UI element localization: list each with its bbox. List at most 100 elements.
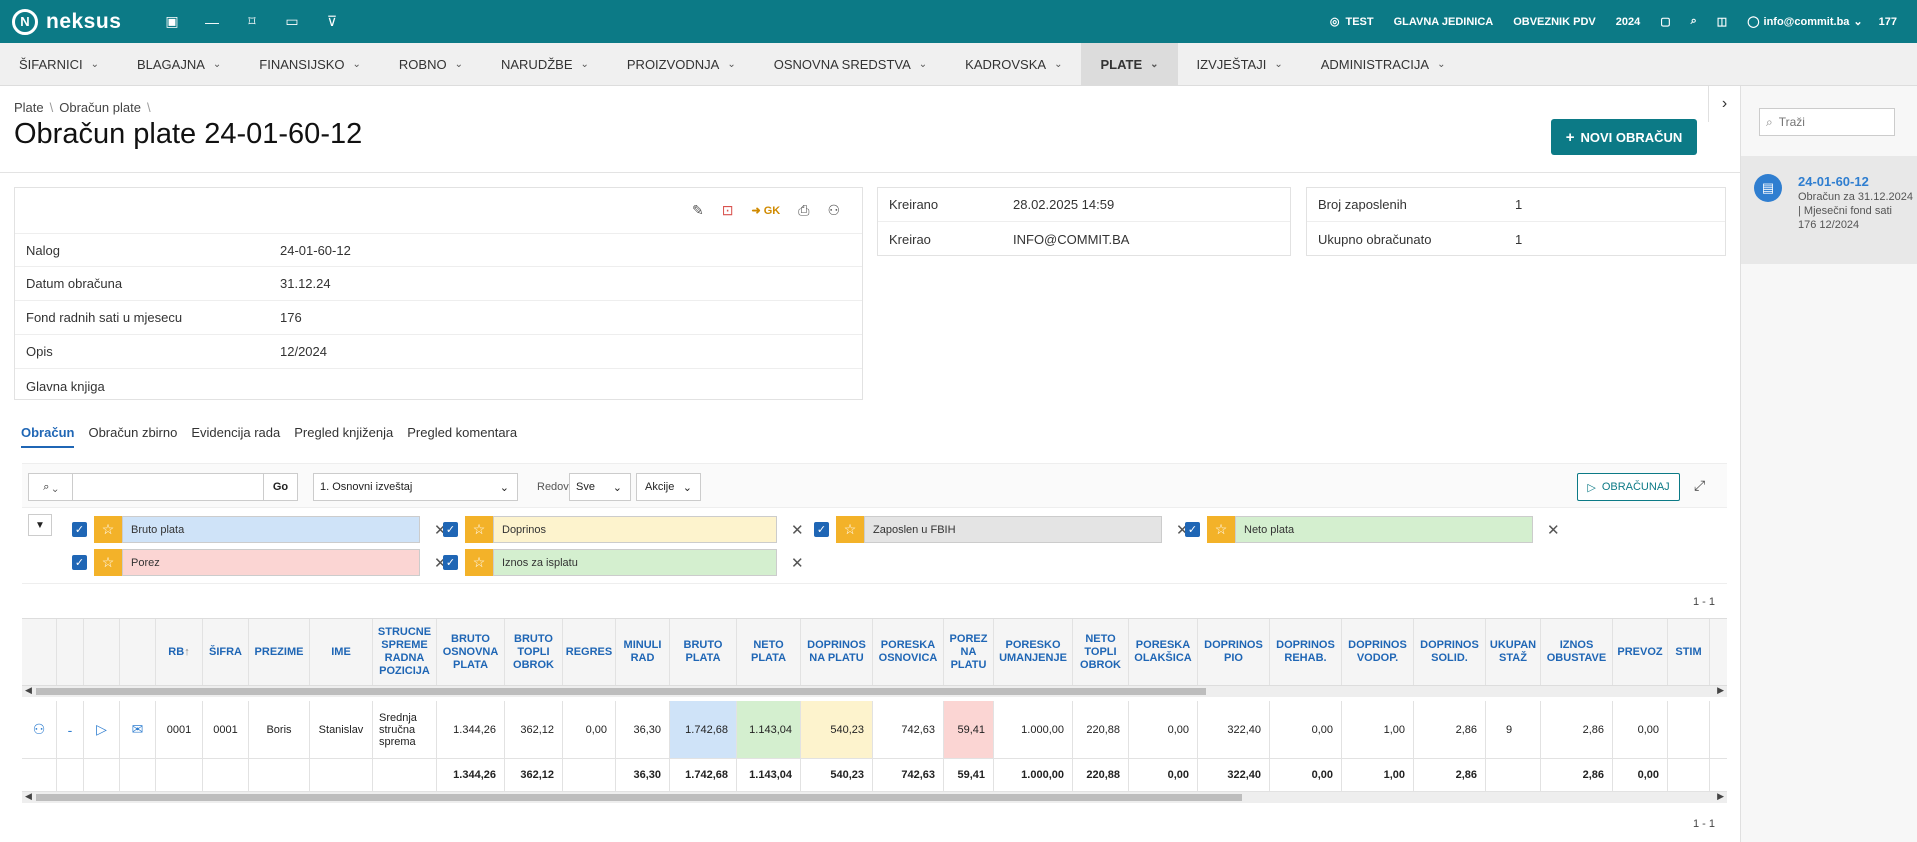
column-header[interactable]: PORESKO UMANJENJE [994, 619, 1073, 685]
column-header[interactable]: REGRES [563, 619, 616, 685]
edit-icon[interactable]: ✎ [692, 202, 704, 219]
star-icon[interactable]: ☆ [94, 549, 122, 576]
column-header[interactable]: IME [310, 619, 373, 685]
column-header[interactable]: IZNOS OBUSTAVE [1541, 619, 1613, 685]
column-header[interactable]: DOPRINOS SOLID. [1414, 619, 1486, 685]
menu-narudzbe[interactable]: NARUDŽBE ⌄ [482, 43, 608, 86]
column-header[interactable]: BRUTO TOPLI OBROK [505, 619, 563, 685]
chevron-right-icon[interactable]: › [1708, 86, 1740, 122]
menu-izvjestaji[interactable]: IZVJEŠTAJI ⌄ [1178, 43, 1302, 86]
rows-select[interactable]: Sve ⌄ [569, 473, 631, 501]
checkbox[interactable]: ✓ [443, 522, 458, 537]
grid-search-input[interactable] [73, 475, 263, 499]
env-label[interactable]: TEST [1345, 16, 1373, 28]
tab-pregled-komentara[interactable]: Pregled komentara [407, 425, 517, 448]
play-icon[interactable]: ▷ [84, 701, 120, 758]
column-header[interactable]: POREZ NA PLATU [944, 619, 994, 685]
close-icon[interactable]: ✕ [791, 554, 804, 572]
search-icon[interactable]: ⌕ [1691, 15, 1697, 28]
menu-kadrovska[interactable]: KADROVSKA ⌄ [946, 43, 1081, 86]
close-icon[interactable]: ✕ [1547, 521, 1560, 539]
chat-icon[interactable]: ▢ [1660, 15, 1670, 28]
mail-icon[interactable]: ✉ [120, 701, 156, 758]
vat-label[interactable]: OBVEZNIK PDV [1513, 16, 1596, 28]
collapse-filters-button[interactable]: ▼ [28, 514, 52, 536]
column-header[interactable]: PREVOZ [1613, 619, 1668, 685]
gk-button[interactable]: ➜ GK [751, 204, 780, 217]
save-icon[interactable]: ▣ [152, 0, 192, 43]
users-icon[interactable]: ⚇ [827, 202, 840, 219]
column-header[interactable]: BRUTO PLATA [670, 619, 737, 685]
column-header[interactable]: DOPRINOS REHAB. [1270, 619, 1342, 685]
menu-blagajna[interactable]: BLAGAJNA ⌄ [118, 43, 240, 86]
tab-obracun[interactable]: Obračun [21, 425, 75, 448]
dash[interactable]: - [57, 701, 84, 758]
filter-icon[interactable]: ⊽ [312, 0, 352, 43]
checkbox[interactable]: ✓ [443, 555, 458, 570]
tab-pregled-knjizenja[interactable]: Pregled knjiženja [294, 425, 393, 448]
folder-icon[interactable]: ▭ [272, 0, 312, 43]
column-header[interactable]: DOPRINOS NA PLATU [801, 619, 873, 685]
horizontal-scrollbar-bottom[interactable]: ◀ ▶ [22, 791, 1727, 803]
side-card-title[interactable]: 24-01-60-12 [1798, 174, 1869, 189]
report-select[interactable]: 1. Osnovni izveštaj ⌄ [313, 473, 518, 501]
column-header[interactable]: DOPRINOS PIO [1198, 619, 1270, 685]
column-header[interactable]: NETO PLATA [737, 619, 801, 685]
tab-obracun-zbirno[interactable]: Obračun zbirno [88, 425, 177, 448]
column-header[interactable]: DOPRINOS VODOP. [1342, 619, 1414, 685]
checkbox[interactable]: ✓ [1185, 522, 1200, 537]
column-header[interactable]: PREZIME [249, 619, 310, 685]
go-button[interactable]: Go [263, 474, 297, 500]
calculate-button[interactable]: ▷ OBRAČUNAJ [1577, 473, 1680, 501]
new-calculation-button[interactable]: + NOVI OBRAČUN [1551, 119, 1697, 155]
user-edit-icon[interactable]: ⚇ [22, 701, 57, 758]
close-icon[interactable]: ✕ [791, 521, 804, 539]
menu-plate[interactable]: PLATE ⌄ [1081, 43, 1178, 86]
star-icon[interactable]: ☆ [94, 516, 122, 543]
menu-finansijsko[interactable]: FINANSIJSKO ⌄ [240, 43, 380, 86]
star-icon[interactable]: ☆ [1207, 516, 1235, 543]
globe-icon[interactable]: ◎ [1330, 15, 1340, 28]
bookmark-icon[interactable]: ⌑ [232, 0, 272, 43]
actions-menu[interactable]: Akcije ⌄ [636, 473, 701, 501]
star-icon[interactable]: ☆ [465, 516, 493, 543]
chevron-down-icon[interactable]: ⌄ [1853, 15, 1862, 28]
column-header[interactable]: PORESKA OLAKŠICA [1129, 619, 1198, 685]
table-row[interactable]: ⚇ - ▷ ✉ 0001 0001 Boris Stanislav Srednja stručn… [22, 701, 1727, 759]
expand-icon[interactable]: ⤢ [1694, 477, 1705, 494]
tab-evidencija-rada[interactable]: Evidencija rada [191, 425, 280, 448]
column-header[interactable]: UKUPAN STAŽ [1486, 619, 1541, 685]
menu-administracija[interactable]: ADMINISTRACIJA ⌄ [1302, 43, 1465, 86]
sort-icon[interactable]: ↑ [184, 646, 190, 659]
star-icon[interactable]: ☆ [836, 516, 864, 543]
column-header[interactable]: PORESKA OSNOVICA [873, 619, 944, 685]
menu-proizvodnja[interactable]: PROIZVODNJA ⌄ [608, 43, 755, 86]
print-icon[interactable]: ⎙ [798, 202, 809, 219]
column-header[interactable]: NETO TOPLI OBROK [1073, 619, 1129, 685]
minimize-icon[interactable]: — [192, 0, 232, 43]
horizontal-scrollbar[interactable]: ◀ ▶ [22, 685, 1727, 697]
year-label[interactable]: 2024 [1616, 16, 1640, 28]
column-header[interactable]: BRUTO OSNOVNA PLATA [437, 619, 505, 685]
column-header[interactable]: MINULI RAD [616, 619, 670, 685]
side-card[interactable]: ▤ 24-01-60-12 Obračun za 31.12.2024 | Mj… [1741, 156, 1917, 264]
checkbox[interactable]: ✓ [72, 522, 87, 537]
search-icon[interactable]: ⌕ ⌄ [29, 474, 73, 500]
side-search-input[interactable] [1778, 115, 1879, 129]
side-search[interactable]: ⌕ [1759, 108, 1895, 136]
breadcrumb-item[interactable]: Plate [14, 100, 44, 115]
user-menu[interactable]: info@commit.ba [1764, 16, 1850, 28]
menu-osnovna-sredstva[interactable]: OSNOVNA SREDSTVA ⌄ [755, 43, 946, 86]
lock-icon[interactable]: ⊡ [722, 202, 734, 219]
menu-robno[interactable]: ROBNO ⌄ [380, 43, 482, 86]
star-icon[interactable]: ☆ [465, 549, 493, 576]
checkbox[interactable]: ✓ [814, 522, 829, 537]
breadcrumb-item[interactable]: Obračun plate [59, 100, 141, 115]
logo[interactable]: N neksus [12, 8, 152, 35]
unit-label[interactable]: GLAVNA JEDINICA [1394, 16, 1494, 28]
checkbox[interactable]: ✓ [72, 555, 87, 570]
notification-icon[interactable]: ◫ [1717, 15, 1727, 28]
menu-sifarnici[interactable]: ŠIFARNICI ⌄ [0, 43, 118, 86]
column-header[interactable]: STIM [1668, 619, 1710, 685]
column-header[interactable]: ŠIFRA [203, 619, 249, 685]
